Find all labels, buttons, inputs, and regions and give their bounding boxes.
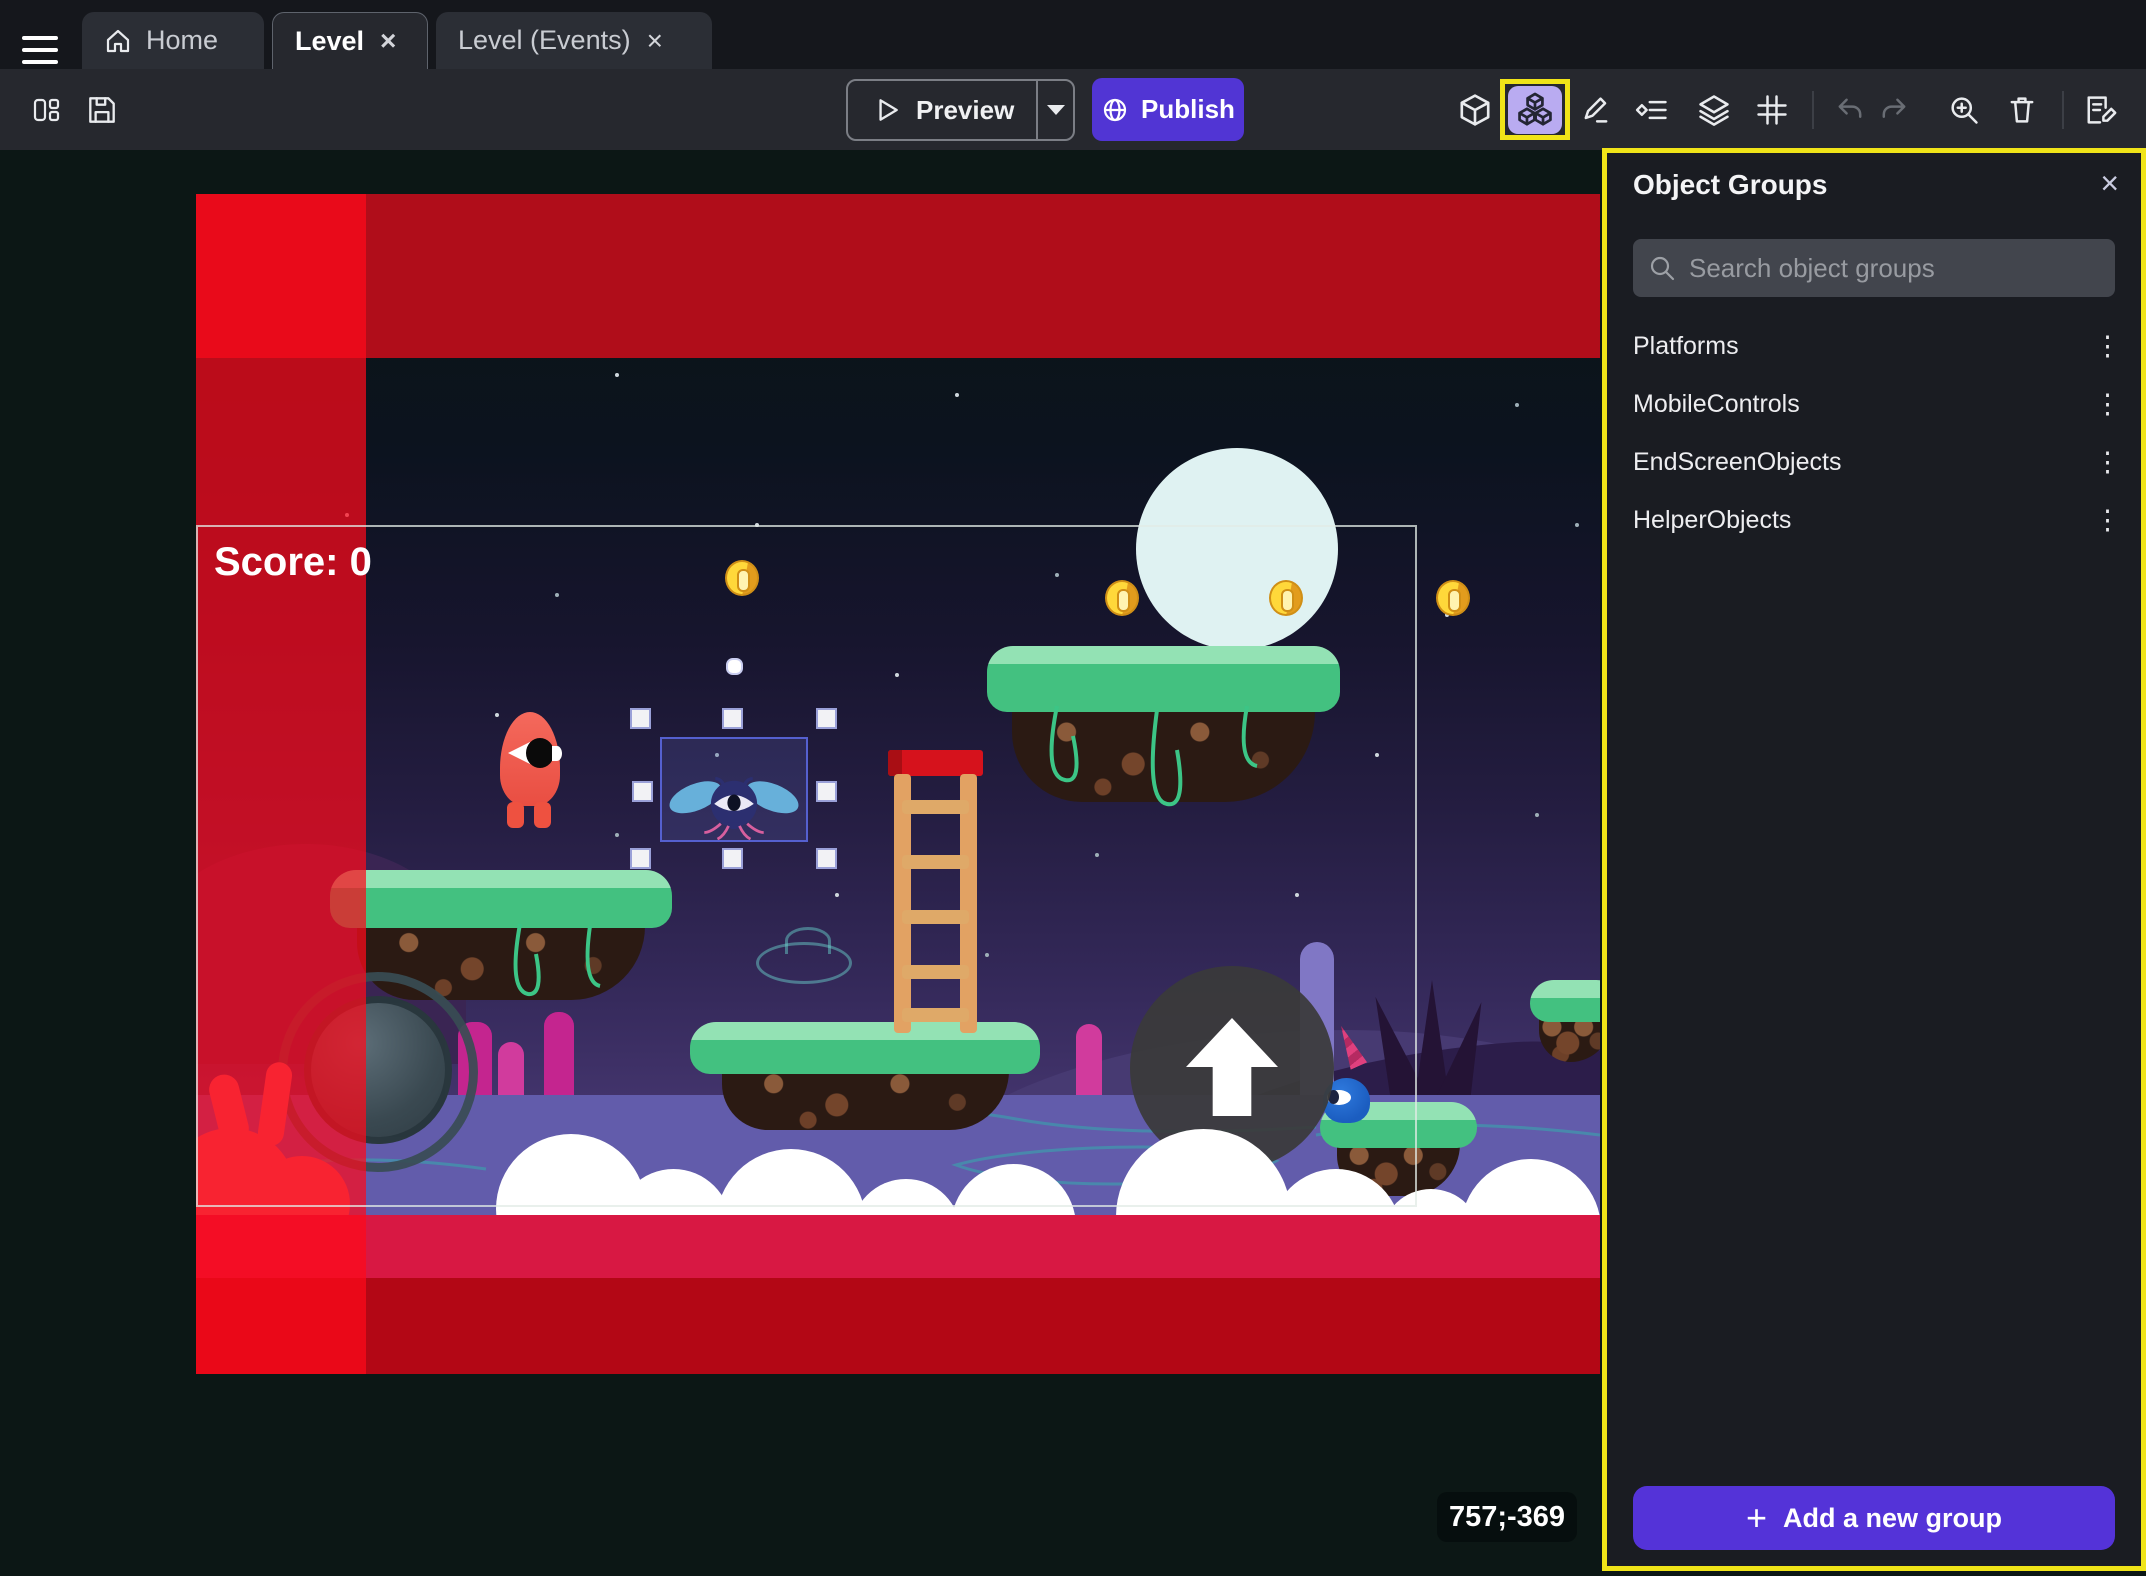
group-name: EndScreenObjects (1633, 448, 1841, 477)
chevron-down-icon (1045, 103, 1067, 117)
group-name: Platforms (1633, 332, 1739, 361)
group-name: HelperObjects (1633, 506, 1791, 535)
resize-handle-bottom-left[interactable] (630, 848, 651, 869)
instances-list-icon (1634, 93, 1670, 127)
preview-options-dropdown[interactable] (1038, 103, 1073, 117)
tab-level-events-label: Level (Events) (458, 25, 631, 56)
bottom-pink-band (196, 1215, 1600, 1278)
redo-icon (1877, 93, 1911, 127)
resize-handle-right[interactable] (816, 781, 837, 802)
notepad-edit-icon (2082, 92, 2118, 128)
coin-object[interactable] (1436, 580, 1470, 616)
open-instances-list-button[interactable] (1626, 69, 1678, 150)
list-item[interactable]: EndScreenObjects ⋮ (1607, 433, 2141, 491)
resize-handle-bottom[interactable] (722, 848, 743, 869)
edit-scene-properties-button[interactable] (1570, 69, 1622, 150)
object-group-list: Platforms ⋮ MobileControls ⋮ EndScreenOb… (1607, 317, 2141, 549)
toggle-grid-button[interactable] (1746, 69, 1798, 150)
resize-handle-bottom-right[interactable] (816, 848, 837, 869)
zoom-in-icon (1947, 93, 1981, 127)
open-object-groups-panel-button[interactable] (1500, 79, 1570, 140)
resize-handle-top[interactable] (722, 708, 743, 729)
save-button[interactable] (76, 69, 128, 150)
tab-level[interactable]: Level × (272, 12, 428, 69)
zoom-button[interactable] (1938, 69, 1990, 150)
add-new-group-button[interactable]: + Add a new group (1633, 1486, 2115, 1550)
list-item[interactable]: Platforms ⋮ (1607, 317, 2141, 375)
game-scene: Score: 0 (196, 194, 1600, 1374)
add-new-group-label: Add a new group (1783, 1503, 2002, 1534)
group-name: MobileControls (1633, 390, 1800, 419)
rotate-handle[interactable] (726, 658, 743, 675)
open-projects-panel-button[interactable] (20, 69, 72, 150)
object-groups-icon (1514, 89, 1556, 131)
globe-icon (1101, 96, 1129, 124)
list-item[interactable]: HelperObjects ⋮ (1607, 491, 2141, 549)
search-bar[interactable] (1633, 239, 2115, 297)
undo-icon (1833, 93, 1867, 127)
tab-level-label: Level (295, 26, 364, 57)
camera-border (196, 525, 1417, 1207)
save-icon (85, 93, 119, 127)
delete-button[interactable] (1996, 69, 2048, 150)
resize-handle-top-left[interactable] (630, 708, 651, 729)
kebab-menu-icon[interactable]: ⋮ (2094, 389, 2121, 420)
trash-icon (2005, 93, 2039, 127)
panel-title: Object Groups (1633, 169, 1827, 201)
project-manager-icon (30, 94, 62, 126)
grid-icon (1754, 92, 1790, 128)
preview-button[interactable]: Preview (846, 79, 1075, 141)
object-groups-panel: Object Groups × Platforms ⋮ MobileContro… (1602, 148, 2146, 1571)
close-tab-icon[interactable]: × (645, 25, 665, 57)
publish-button[interactable]: Publish (1092, 78, 1244, 141)
search-icon (1649, 255, 1675, 281)
home-icon (104, 27, 132, 55)
search-input[interactable] (1689, 253, 2099, 284)
list-item[interactable]: MobileControls ⋮ (1607, 375, 2141, 433)
tab-home-label: Home (146, 25, 218, 56)
platform-island[interactable] (1530, 980, 1600, 1062)
score-text: Score: 0 (214, 540, 372, 585)
bottom-red-band (196, 1278, 1600, 1374)
open-objects-panel-button[interactable] (1449, 69, 1501, 150)
preview-label: Preview (916, 95, 1014, 126)
close-panel-icon[interactable]: × (2100, 165, 2119, 202)
hamburger-menu-icon[interactable] (22, 36, 58, 64)
kebab-menu-icon[interactable]: ⋮ (2094, 447, 2121, 478)
kebab-menu-icon[interactable]: ⋮ (2094, 331, 2121, 362)
editor-toolbar: Preview Publish (0, 69, 2146, 150)
objects-cube-icon (1457, 90, 1493, 130)
edit-scene-notes-button[interactable] (2074, 69, 2126, 150)
plus-icon: + (1746, 1500, 1767, 1536)
resize-handle-top-right[interactable] (816, 708, 837, 729)
layers-icon (1696, 92, 1732, 128)
cursor-coordinates-badge: 757;-369 (1437, 1492, 1577, 1542)
tab-bar: Home Level × Level (Events) × (0, 0, 2146, 69)
app-window: Home Level × Level (Events) × Preview (0, 0, 2146, 1576)
redo-button[interactable] (1868, 69, 1920, 150)
open-layers-panel-button[interactable] (1688, 69, 1740, 150)
tab-home[interactable]: Home (82, 12, 264, 69)
close-tab-icon[interactable]: × (378, 25, 398, 57)
publish-label: Publish (1141, 94, 1235, 125)
pencil-icon (1579, 93, 1613, 127)
selected-tool-highlight (1508, 86, 1562, 134)
play-icon (872, 95, 902, 125)
kebab-menu-icon[interactable]: ⋮ (2094, 505, 2121, 536)
tab-level-events[interactable]: Level (Events) × (436, 12, 712, 69)
top-red-band (196, 194, 1600, 358)
resize-handle-left[interactable] (632, 781, 653, 802)
